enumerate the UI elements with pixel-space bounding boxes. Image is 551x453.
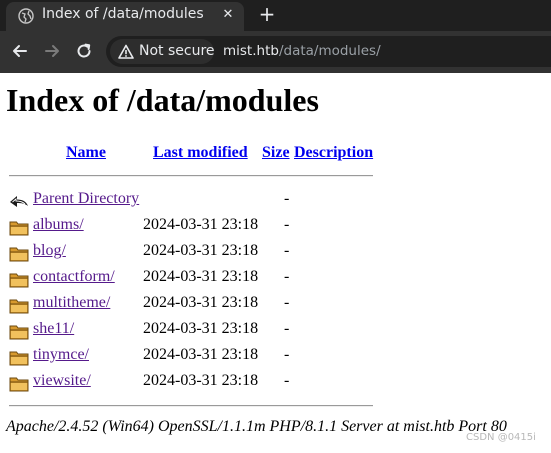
- url-host: mist.htb: [223, 43, 279, 59]
- browser-toolbar: Not secure mist.htb/data/modules/: [0, 31, 551, 73]
- folder-icon: [9, 273, 29, 288]
- directory-link[interactable]: she11/: [33, 320, 74, 338]
- table-row: she11/ 2024-03-31 23:18 -: [0, 317, 551, 343]
- column-header-last-modified[interactable]: Last modified: [153, 144, 248, 162]
- address-bar[interactable]: Not secure mist.htb/data/modules/: [106, 36, 551, 67]
- directory-link[interactable]: viewsite/: [33, 372, 91, 390]
- directory-link[interactable]: multitheme/: [33, 294, 110, 312]
- row-size: -: [284, 242, 290, 259]
- browser-tab[interactable]: Index of /data/modules ✕: [6, 2, 244, 31]
- page-content: Index of /data/modules Name Last modifie…: [0, 73, 551, 453]
- row-size: -: [284, 268, 290, 285]
- table-row: multitheme/ 2024-03-31 23:18 -: [0, 291, 551, 317]
- arrow-left-icon[interactable]: [10, 41, 30, 61]
- footer-divider: [9, 405, 373, 407]
- folder-icon: [9, 351, 29, 366]
- folder-icon: [9, 325, 29, 340]
- row-size: -: [284, 372, 290, 389]
- page-title: Index of /data/modules: [6, 82, 319, 118]
- header-divider: [9, 175, 373, 177]
- arrow-right-icon[interactable]: [42, 41, 62, 61]
- column-header-description[interactable]: Description: [294, 144, 373, 162]
- table-row: Parent Directory -: [0, 187, 551, 213]
- row-date: 2024-03-31 23:18: [143, 242, 259, 259]
- folder-icon: [9, 299, 29, 314]
- security-chip[interactable]: Not secure: [110, 39, 215, 64]
- directory-link[interactable]: tinymce/: [33, 346, 89, 364]
- folder-icon: [9, 247, 29, 262]
- table-row: albums/ 2024-03-31 23:18 -: [0, 213, 551, 239]
- reload-icon[interactable]: [74, 41, 94, 61]
- tab-strip: Index of /data/modules ✕ +: [0, 0, 551, 31]
- folder-icon: [9, 221, 29, 236]
- table-row: tinymce/ 2024-03-31 23:18 -: [0, 343, 551, 369]
- row-date: 2024-03-31 23:18: [143, 268, 259, 285]
- server-signature: Apache/2.4.52 (Win64) OpenSSL/1.1.1m PHP…: [6, 418, 507, 435]
- table-row: viewsite/ 2024-03-31 23:18 -: [0, 369, 551, 395]
- row-date: 2024-03-31 23:18: [143, 320, 259, 337]
- not-secure-label: Not secure: [139, 43, 215, 59]
- row-date: 2024-03-31 23:18: [143, 216, 259, 233]
- url-text[interactable]: mist.htb/data/modules/: [223, 43, 381, 59]
- column-header-size[interactable]: Size: [262, 144, 290, 162]
- watermark: CSDN @0415i: [466, 432, 536, 443]
- row-size: -: [284, 294, 290, 311]
- close-icon[interactable]: ✕: [220, 7, 236, 23]
- table-row: blog/ 2024-03-31 23:18 -: [0, 239, 551, 265]
- row-size: -: [284, 320, 290, 337]
- row-size: -: [284, 216, 290, 233]
- row-date: 2024-03-31 23:18: [143, 294, 259, 311]
- parent-directory-icon: [10, 196, 28, 207]
- url-path: /data/modules/: [278, 43, 381, 59]
- globe-icon: [18, 8, 34, 24]
- tab-title: Index of /data/modules: [42, 6, 204, 22]
- folder-icon: [9, 377, 29, 392]
- row-date: 2024-03-31 23:18: [143, 372, 259, 389]
- row-size: -: [284, 346, 290, 363]
- plus-icon[interactable]: +: [256, 3, 278, 25]
- directory-link[interactable]: blog/: [33, 242, 66, 260]
- directory-link[interactable]: albums/: [33, 216, 84, 234]
- warning-icon: [118, 44, 134, 59]
- table-row: contactform/ 2024-03-31 23:18 -: [0, 265, 551, 291]
- directory-link[interactable]: contactform/: [33, 268, 115, 286]
- parent-directory-link[interactable]: Parent Directory: [33, 190, 139, 208]
- row-size: -: [284, 190, 290, 207]
- row-date: 2024-03-31 23:18: [143, 346, 259, 363]
- column-header-name[interactable]: Name: [66, 144, 106, 162]
